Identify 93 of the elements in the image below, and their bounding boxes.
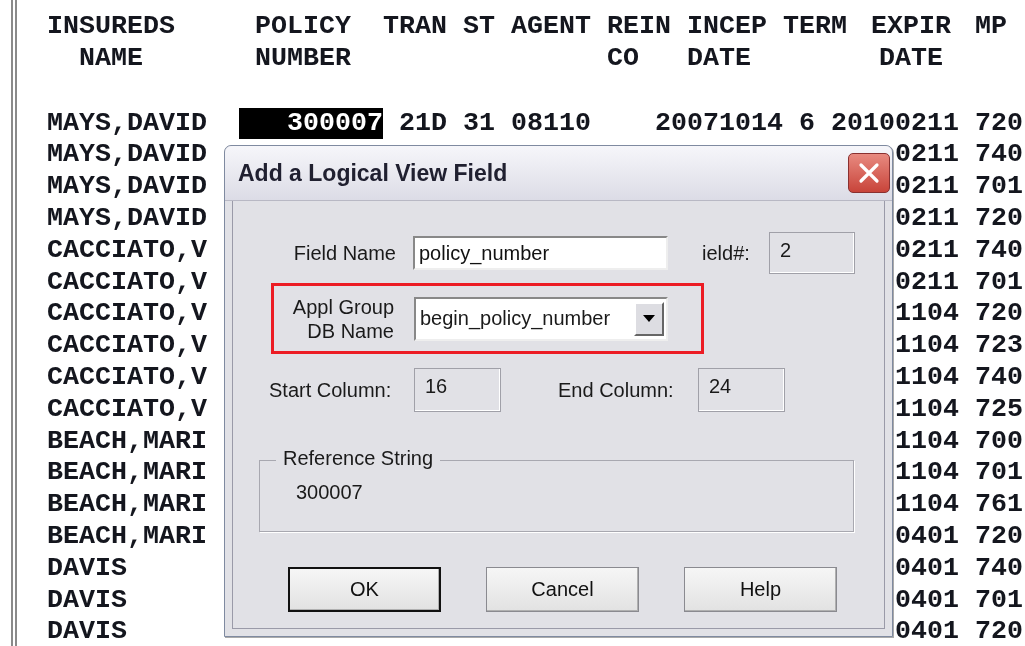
name-cell: MAYS,DAVID <box>47 139 207 172</box>
name-cell: CACCIATO,V <box>47 330 207 362</box>
field-label: Start Column: <box>269 378 393 402</box>
table-cell: 720 <box>975 298 1023 331</box>
column-heading: CO <box>607 42 640 75</box>
start-column-box: 16 <box>414 368 501 412</box>
table-cell: 0211 <box>895 171 959 203</box>
table-cell: 1104 <box>895 298 959 331</box>
name-cell: CACCIATO,V <box>47 393 207 426</box>
dialog-button[interactable]: OK <box>288 567 441 612</box>
table-cell: 21D <box>399 107 447 140</box>
table-cell: 31 <box>463 107 495 140</box>
column-heading: DATE <box>687 42 752 75</box>
table-cell: 740 <box>975 361 1023 394</box>
table-cell: 723 <box>975 330 1023 362</box>
table-cell: 0401 <box>895 520 959 553</box>
name-cell: DAVIS <box>47 584 127 617</box>
column-heading: EXPIR <box>870 11 952 43</box>
policy-number-cell[interactable]: 300007 <box>239 107 383 140</box>
name-cell: DAVIS <box>47 616 127 646</box>
reference-string-value: 300007 <box>296 481 363 503</box>
table-cell: 1104 <box>895 425 959 458</box>
table-cell: 0211 <box>895 234 959 267</box>
table-cell: 720 <box>975 616 1023 646</box>
name-cell: DAVIS <box>47 552 127 585</box>
table-cell: 1104 <box>895 457 959 490</box>
table-cell: 720 <box>975 107 1023 140</box>
column-heading: TRAN <box>383 11 447 43</box>
column-heading: NAME <box>78 42 144 75</box>
table-cell: 20071014 <box>655 107 783 140</box>
table-cell: 0211 <box>895 139 959 172</box>
table-cell: 740 <box>975 139 1023 172</box>
table-cell: 6 <box>799 107 815 140</box>
column-heading: NUMBER <box>255 42 351 75</box>
table-cell: 0401 <box>895 584 959 617</box>
field-label: DB Name <box>307 318 394 343</box>
end-column-box: 24 <box>698 368 785 412</box>
column-heading: INCEP <box>687 11 767 43</box>
table-cell: 0211 <box>895 266 959 299</box>
name-cell: CACCIATO,V <box>47 298 207 331</box>
table-cell: 701 <box>975 584 1023 617</box>
field-label: Field Name <box>292 241 396 265</box>
column-heading: AGENT <box>511 11 591 43</box>
close-icon <box>858 162 880 184</box>
table-cell: 0211 <box>895 203 959 235</box>
table-cell: 701 <box>975 171 1023 203</box>
table-cell: 1104 <box>895 489 959 521</box>
table-cell: 701 <box>975 266 1023 299</box>
table-cell: 08110 <box>511 107 591 140</box>
dialog-title: Add a Logical View Field <box>238 159 508 187</box>
table-cell: 701 <box>975 457 1023 490</box>
table-cell: 0401 <box>895 552 959 585</box>
close-button[interactable] <box>848 153 890 193</box>
field-number-box: 2 <box>769 232 855 274</box>
name-cell: BEACH,MARI <box>47 520 207 553</box>
dialog-button[interactable]: Cancel <box>486 567 639 612</box>
table-cell: 700 <box>975 425 1023 458</box>
name-cell: MAYS,DAVID <box>47 171 207 203</box>
table-cell: 761 <box>975 489 1023 521</box>
column-heading: MP <box>975 11 1007 43</box>
column-heading: DATE <box>878 42 944 75</box>
name-cell: CACCIATO,V <box>47 361 207 394</box>
caret-icon <box>642 314 656 323</box>
table-cell: 1104 <box>895 361 959 394</box>
table-cell: 20100211 <box>831 107 959 140</box>
field-label: ield#: <box>702 241 751 265</box>
column-heading: INSUREDS <box>47 11 175 43</box>
table-cell: 720 <box>975 203 1023 235</box>
name-cell: MAYS,DAVID <box>47 203 207 235</box>
dialog-button[interactable]: Help <box>684 567 837 612</box>
db-name-dropdown[interactable]: begin_policy_number <box>414 296 668 341</box>
table-cell: 720 <box>975 520 1023 553</box>
table-cell: 740 <box>975 234 1023 267</box>
field-name-input[interactable]: policy_number <box>413 236 668 270</box>
column-heading: REIN <box>607 11 671 43</box>
dropdown-button[interactable] <box>634 301 664 336</box>
name-cell: BEACH,MARI <box>47 489 207 521</box>
column-heading: TERM <box>783 11 847 43</box>
name-cell: CACCIATO,V <box>47 234 207 267</box>
column-heading: POLICY <box>255 11 351 43</box>
name-cell: BEACH,MARI <box>47 425 207 458</box>
table-cell: 725 <box>975 393 1023 426</box>
field-label: End Column: <box>558 378 675 402</box>
name-cell: CACCIATO,V <box>47 266 207 299</box>
column-heading: ST <box>463 11 495 43</box>
table-cell: 1104 <box>895 393 959 426</box>
table-cell: 1104 <box>895 330 959 362</box>
name-cell: MAYS,DAVID <box>47 107 207 140</box>
field-label: Appl Group <box>292 294 394 319</box>
table-cell: 740 <box>975 552 1023 585</box>
group-label: Reference String <box>276 447 441 470</box>
name-cell: BEACH,MARI <box>47 457 207 490</box>
table-cell: 0401 <box>895 616 959 646</box>
